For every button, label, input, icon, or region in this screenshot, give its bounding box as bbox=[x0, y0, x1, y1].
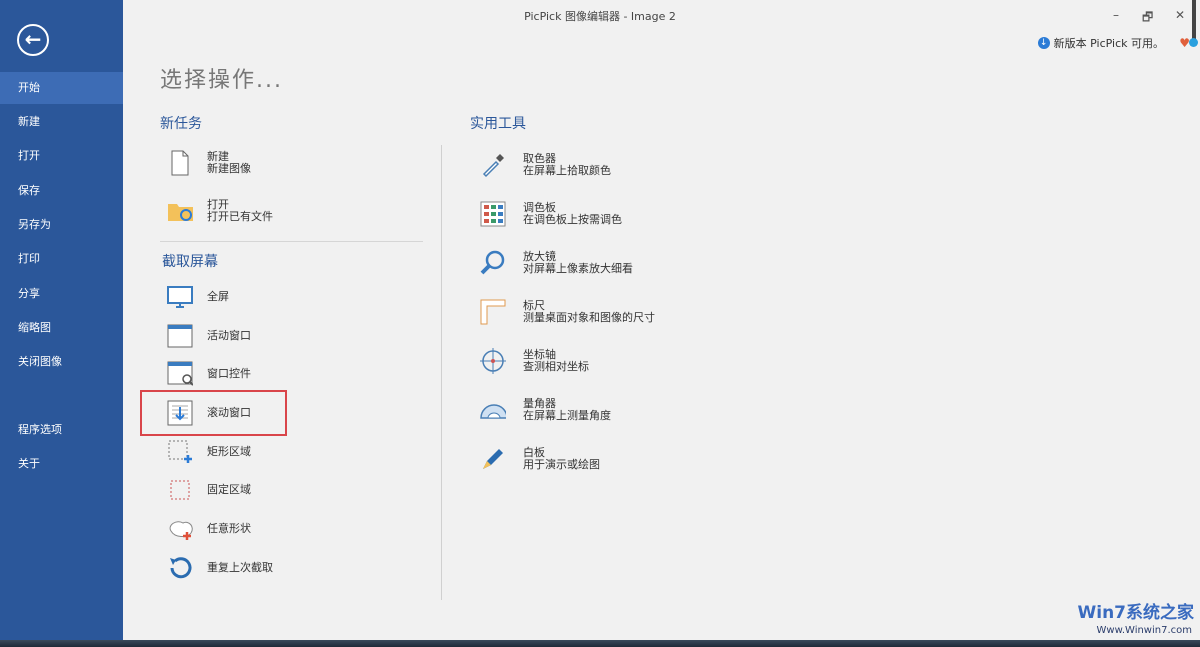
freehand-icon bbox=[167, 516, 193, 542]
item-label: 固定区域 bbox=[207, 484, 251, 496]
rect-region-icon bbox=[167, 439, 193, 465]
tool-crosshair[interactable]: 坐标轴查测相对坐标 bbox=[480, 348, 589, 374]
open-file-button[interactable]: 打开打开已有文件 bbox=[167, 198, 273, 224]
protractor-icon bbox=[480, 397, 506, 423]
heart-icon[interactable]: ♥ bbox=[1179, 36, 1190, 50]
capture-repeat-last[interactable]: 重复上次截取 bbox=[167, 555, 273, 581]
restore-button[interactable]: 🗗 bbox=[1142, 8, 1153, 29]
sidebar-item-share[interactable]: 分享 bbox=[0, 278, 123, 310]
capture-rect-region[interactable]: 矩形区域 bbox=[167, 439, 251, 465]
item-desc: 新建图像 bbox=[207, 163, 251, 175]
sidebar-item-about[interactable]: 关于 bbox=[0, 448, 123, 480]
tool-protractor[interactable]: 量角器在屏幕上测量角度 bbox=[480, 397, 611, 423]
highlight-box bbox=[140, 390, 287, 436]
capture-fixed-region[interactable]: 固定区域 bbox=[167, 477, 251, 503]
pen-icon bbox=[480, 446, 506, 472]
item-desc: 查测相对坐标 bbox=[523, 361, 589, 373]
eyedropper-icon bbox=[480, 152, 506, 178]
taskbar[interactable] bbox=[0, 640, 1200, 647]
new-image-button[interactable]: 新建新建图像 bbox=[167, 150, 251, 176]
download-icon: ↓ bbox=[1038, 37, 1050, 49]
item-label: 全屏 bbox=[207, 291, 229, 303]
fixed-region-icon bbox=[167, 477, 193, 503]
item-label: 任意形状 bbox=[207, 523, 251, 535]
capture-fullscreen[interactable]: 全屏 bbox=[167, 284, 229, 310]
sidebar-item-save-as[interactable]: 另存为 bbox=[0, 209, 123, 241]
scrollbar[interactable] bbox=[1192, 0, 1196, 44]
folder-icon bbox=[167, 198, 193, 224]
tool-palette[interactable]: 调色板在调色板上按需调色 bbox=[480, 201, 622, 227]
tool-ruler[interactable]: 标尺测量桌面对象和图像的尺寸 bbox=[480, 299, 655, 325]
back-arrow-icon[interactable]: ← bbox=[17, 24, 49, 56]
tool-magnifier[interactable]: 放大镜对屏幕上像素放大细看 bbox=[480, 250, 633, 276]
column-divider bbox=[441, 145, 442, 600]
sidebar-item-thumbnails[interactable]: 缩略图 bbox=[0, 312, 123, 344]
update-notice[interactable]: ↓ 新版本 PicPick 可用。 bbox=[1038, 35, 1164, 51]
sidebar-item-options[interactable]: 程序选项 bbox=[0, 414, 123, 446]
item-label: 重复上次截取 bbox=[207, 562, 273, 574]
window-control-icon bbox=[167, 361, 193, 387]
item-label: 矩形区域 bbox=[207, 446, 251, 458]
item-desc: 用于演示或绘图 bbox=[523, 459, 600, 471]
sidebar-item-open[interactable]: 打开 bbox=[0, 140, 123, 172]
close-button[interactable]: ✕ bbox=[1175, 8, 1185, 22]
sidebar-item-close-image[interactable]: 关闭图像 bbox=[0, 346, 123, 378]
sidebar-item-start[interactable]: 开始 bbox=[0, 72, 123, 104]
item-label: 活动窗口 bbox=[207, 330, 251, 342]
watermark-logo: Win7系统之家 bbox=[1077, 598, 1194, 623]
capture-window-control[interactable]: 窗口控件 bbox=[167, 361, 251, 387]
sidebar-item-print[interactable]: 打印 bbox=[0, 243, 123, 275]
section-new-task: 新任务 bbox=[160, 113, 202, 133]
palette-icon bbox=[480, 201, 506, 227]
sidebar-item-save[interactable]: 保存 bbox=[0, 175, 123, 207]
item-desc: 打开已有文件 bbox=[207, 211, 273, 223]
minimize-button[interactable]: – bbox=[1113, 8, 1119, 22]
crosshair-icon bbox=[480, 348, 506, 374]
update-text: 新版本 PicPick 可用。 bbox=[1054, 35, 1164, 51]
item-desc: 在屏幕上测量角度 bbox=[523, 410, 611, 422]
section-tools: 实用工具 bbox=[470, 113, 526, 133]
divider bbox=[160, 241, 423, 242]
window-icon bbox=[167, 323, 193, 349]
item-desc: 对屏幕上像素放大细看 bbox=[523, 263, 633, 275]
capture-freehand[interactable]: 任意形状 bbox=[167, 516, 251, 542]
watermark-url: Www.Winwin7.com bbox=[1097, 625, 1192, 636]
tool-eyedropper[interactable]: 取色器在屏幕上拾取颜色 bbox=[480, 152, 611, 178]
sidebar: ← 开始 新建 打开 保存 另存为 打印 分享 缩略图 关闭图像 程序选项 关于 bbox=[0, 0, 123, 640]
monitor-icon bbox=[167, 284, 193, 310]
repeat-icon bbox=[167, 555, 193, 581]
file-icon bbox=[167, 150, 193, 176]
item-desc: 在屏幕上拾取颜色 bbox=[523, 165, 611, 177]
ruler-icon bbox=[480, 299, 506, 325]
magnifier-icon bbox=[480, 250, 506, 276]
tool-pen[interactable]: 白板用于演示或绘图 bbox=[480, 446, 600, 472]
item-label: 窗口控件 bbox=[207, 368, 251, 380]
item-desc: 在调色板上按需调色 bbox=[523, 214, 622, 226]
sidebar-item-new[interactable]: 新建 bbox=[0, 106, 123, 138]
section-capture: 截取屏幕 bbox=[162, 251, 218, 271]
window-title: PicPick 图像编辑器 - Image 2 bbox=[0, 8, 1200, 24]
capture-active-window[interactable]: 活动窗口 bbox=[167, 323, 251, 349]
item-desc: 测量桌面对象和图像的尺寸 bbox=[523, 312, 655, 324]
page-title: 选择操作... bbox=[160, 62, 283, 94]
